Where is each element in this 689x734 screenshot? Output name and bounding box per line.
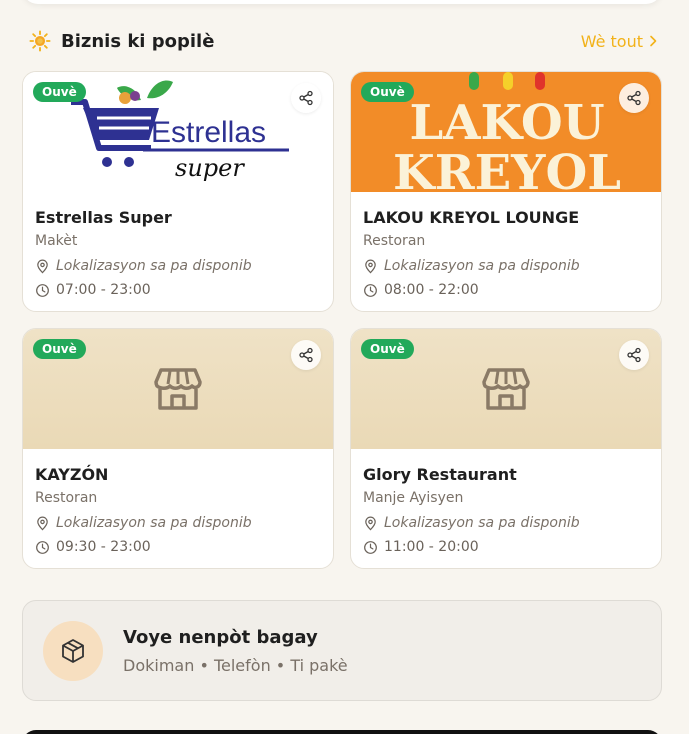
hours-text: 07:00 - 23:00 (56, 282, 151, 298)
business-card-kayzon[interactable]: Ouvè KAYZÓN Restoran Lokalizasyon sa pa … (22, 328, 334, 569)
business-category: Manje Ayisyen (363, 490, 464, 506)
section-title-group: Biznis ki popilè (29, 30, 214, 52)
svg-text:LAKOU: LAKOU (409, 95, 604, 151)
share-button[interactable] (291, 83, 321, 113)
open-status-badge: Ouvè (361, 339, 414, 359)
business-logo-image: Ouvè Estrellas super (23, 72, 333, 192)
svg-text:super: super (175, 154, 245, 182)
location-text: Lokalizasyon sa pa disponib (384, 258, 580, 274)
share-icon (627, 347, 641, 363)
business-card-lakou-kreyol[interactable]: Ouvè LAKOU KREYOL LAKOU KREYOL LOUNGE Re… (350, 71, 662, 312)
location-text: Lokalizasyon sa pa disponib (56, 515, 252, 531)
chevron-right-icon (650, 35, 657, 47)
share-icon (299, 347, 313, 363)
location-pin-icon (37, 516, 48, 530)
open-status-badge: Ouvè (33, 339, 86, 359)
location-row: Lokalizasyon sa pa disponib (35, 258, 321, 274)
location-pin-icon (365, 259, 376, 273)
hours-row: 08:00 - 22:00 (363, 282, 649, 298)
sun-icon (29, 30, 51, 52)
business-name: Estrellas Super (35, 208, 172, 227)
location-row: Lokalizasyon sa pa disponib (35, 515, 321, 531)
clock-icon (364, 283, 377, 297)
storefront-icon (154, 368, 202, 410)
hours-row: 09:30 - 23:00 (35, 539, 321, 555)
section-title: Biznis ki popilè (61, 30, 215, 52)
hours-text: 08:00 - 22:00 (384, 282, 479, 298)
package-icon (62, 638, 84, 663)
section-header: Biznis ki popilè Wè tout (29, 28, 659, 54)
send-anything-subtitle: Dokiman • Telefòn • Ti pakè (123, 655, 348, 675)
see-all-label: Wè tout (580, 31, 643, 51)
share-icon (299, 90, 313, 106)
business-placeholder-image: Ouvè (23, 329, 333, 449)
location-row: Lokalizasyon sa pa disponib (363, 515, 649, 531)
business-category: Makèt (35, 233, 78, 249)
send-anything-card[interactable]: Voye nenpòt bagay Dokiman • Telefòn • Ti… (22, 600, 662, 701)
business-grid: Ouvè Estrellas super Estrellas Super Mak… (22, 71, 662, 569)
business-category: Restoran (363, 233, 426, 249)
open-status-badge: Ouvè (361, 82, 414, 102)
open-status-badge: Ouvè (33, 82, 86, 102)
business-placeholder-image: Ouvè (351, 329, 661, 449)
location-text: Lokalizasyon sa pa disponib (56, 258, 252, 274)
package-icon-circle (43, 620, 103, 681)
bottom-navigation-bar (22, 730, 662, 734)
hours-text: 09:30 - 23:00 (56, 539, 151, 555)
storefront-icon (482, 368, 530, 410)
clock-icon (36, 283, 49, 297)
share-button[interactable] (291, 340, 321, 370)
business-card-glory-restaurant[interactable]: Ouvè Glory Restaurant Manje Ayisyen Loka… (350, 328, 662, 569)
svg-text:Estrellas: Estrellas (151, 116, 266, 149)
location-text: Lokalizasyon sa pa disponib (384, 515, 580, 531)
share-icon (627, 90, 641, 106)
hours-text: 11:00 - 20:00 (384, 539, 479, 555)
share-button[interactable] (619, 340, 649, 370)
location-row: Lokalizasyon sa pa disponib (363, 258, 649, 274)
business-name: Glory Restaurant (363, 465, 517, 484)
hours-row: 11:00 - 20:00 (363, 539, 649, 555)
location-pin-icon (37, 259, 48, 273)
clock-icon (364, 540, 377, 554)
send-anything-text: Voye nenpòt bagay Dokiman • Telefòn • Ti… (123, 627, 348, 675)
business-category: Restoran (35, 490, 98, 506)
send-anything-title: Voye nenpòt bagay (123, 626, 318, 648)
hours-row: 07:00 - 23:00 (35, 282, 321, 298)
location-pin-icon (365, 516, 376, 530)
business-name: KAYZÓN (35, 465, 109, 484)
svg-text:KREYOL: KREYOL (393, 145, 621, 192)
business-name: LAKOU KREYOL LOUNGE (363, 208, 580, 227)
business-card-estrellas-super[interactable]: Ouvè Estrellas super Estrellas Super Mak… (22, 71, 334, 312)
see-all-link[interactable]: Wè tout (581, 32, 659, 51)
clock-icon (36, 540, 49, 554)
previous-card-bottom (22, 0, 662, 4)
business-logo-image: Ouvè LAKOU KREYOL (351, 72, 661, 192)
share-button[interactable] (619, 83, 649, 113)
